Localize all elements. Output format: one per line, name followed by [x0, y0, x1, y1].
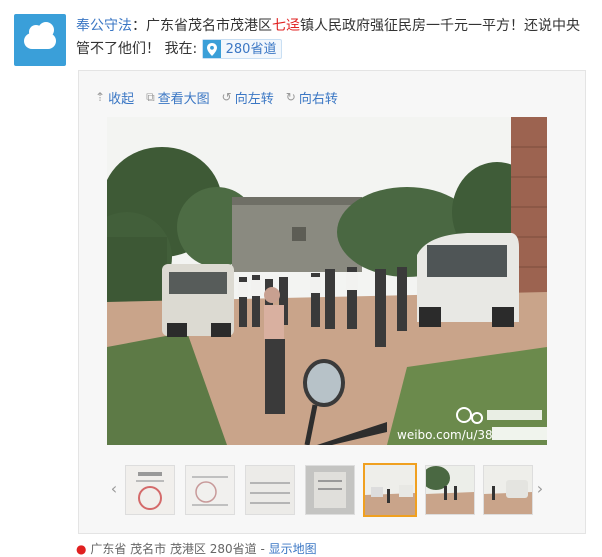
location-tag[interactable]: 280省道	[201, 39, 283, 59]
enlarge-icon: ⧉	[146, 89, 155, 104]
rotate-right-button[interactable]: ↻ 向右转	[286, 87, 338, 107]
bottom-location: ● 广东省 茂名市 茂港区 280省道 - 显示地图	[76, 540, 317, 557]
avatar[interactable]	[14, 14, 66, 66]
thumbnail-1[interactable]	[125, 465, 175, 515]
cloud-icon	[24, 22, 56, 49]
view-large-label: 查看大图	[157, 91, 210, 107]
rotate-left-button[interactable]: ↺ 向左转	[222, 87, 274, 107]
thumbnail-2[interactable]	[185, 465, 235, 515]
rotate-left-icon: ↺	[221, 90, 232, 104]
author-link[interactable]: 奉公守法	[76, 18, 132, 34]
main-photo[interactable]: weibo.com/u/38	[107, 117, 547, 445]
thumbnail-6[interactable]	[425, 465, 475, 515]
post-separator: ：	[132, 18, 146, 34]
thumbnail-5-selected[interactable]	[363, 463, 417, 517]
post-text-before: 广东省茂名市茂港区	[146, 18, 272, 34]
chevron-left-icon: ‹	[110, 478, 118, 498]
thumbnail-strip: ‹ ›	[107, 463, 547, 517]
rotate-right-label: 向右转	[298, 91, 338, 107]
media-card: ⇡ 收起 ⧉ 查看大图 ↺ 向左转 ↻ 向右转 weibo.com/u/38 ‹…	[78, 70, 586, 534]
view-large-button[interactable]: ⧉ 查看大图	[146, 87, 210, 107]
collapse-label: 收起	[108, 91, 135, 107]
rotate-left-label: 向左转	[234, 91, 274, 107]
chevron-right-icon: ›	[536, 478, 544, 498]
thumbnail-4[interactable]	[305, 465, 355, 515]
photo-watermark: weibo.com/u/38	[397, 428, 493, 442]
thumbnail-7[interactable]	[483, 465, 533, 515]
rotate-right-icon: ↻	[285, 90, 296, 104]
collapse-button[interactable]: ⇡ 收起	[95, 87, 134, 107]
thumbnail-3[interactable]	[245, 465, 295, 515]
next-thumb-button[interactable]: ›	[533, 473, 547, 503]
prev-thumb-button[interactable]: ‹	[107, 473, 121, 503]
image-toolbar: ⇡ 收起 ⧉ 查看大图 ↺ 向左转 ↻ 向右转	[95, 87, 338, 107]
post-text: 奉公守法：广东省茂名市茂港区七迳镇人民政府强征民房一千元一平方！还说中央管不了他…	[76, 15, 586, 61]
post-highlight: 七迳	[272, 18, 300, 34]
photo-scene: weibo.com/u/38	[107, 117, 547, 445]
collapse-icon: ⇡	[95, 90, 106, 104]
location-pin-icon	[202, 40, 221, 58]
location-tag-label: 280省道	[225, 41, 277, 57]
